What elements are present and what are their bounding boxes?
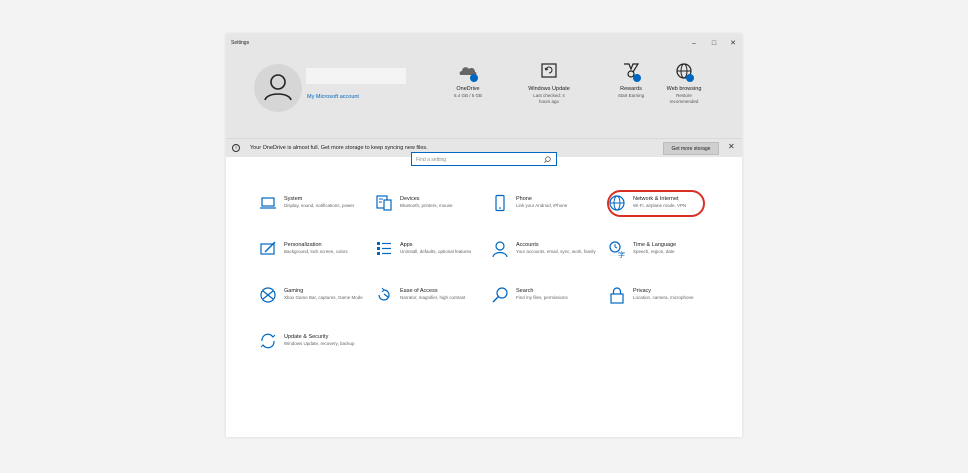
svg-text:字: 字 bbox=[618, 250, 625, 258]
category-desc: Windows Update, recovery, backup bbox=[284, 341, 355, 346]
person-icon bbox=[492, 241, 508, 258]
category-phone[interactable]: Phone Link your Android, iPhone bbox=[491, 194, 611, 230]
ease-of-access-icon bbox=[378, 287, 390, 301]
category-name: Search bbox=[516, 288, 534, 294]
maximize-button[interactable]: □ bbox=[708, 38, 720, 50]
category-desc: Xbox Game Bar, captures, Game Mode bbox=[284, 295, 363, 300]
update-sync-icon bbox=[260, 333, 276, 349]
search-input[interactable]: Find a setting bbox=[411, 152, 557, 166]
title-bar: Settings – □ ✕ bbox=[226, 34, 742, 54]
web-browsing-status-line2: recommended bbox=[669, 99, 699, 104]
category-devices[interactable]: Devices Bluetooth, printers, mouse bbox=[375, 194, 495, 230]
close-button[interactable]: ✕ bbox=[727, 38, 739, 50]
windows-update-status-line2: hours ago bbox=[538, 99, 559, 104]
category-desc: Link your Android, iPhone bbox=[516, 203, 568, 208]
magnifier-icon bbox=[544, 156, 551, 163]
windows-update-tile[interactable]: Windows Update Last checked: 4 hours ago bbox=[514, 60, 584, 105]
category-time-language[interactable]: 字 Time & Language Speech, region, date bbox=[608, 240, 728, 276]
windows-update-icon bbox=[538, 60, 560, 82]
personalization-icon bbox=[260, 241, 276, 255]
category-desc: Display, sound, notifications, power bbox=[284, 203, 355, 208]
account-header: My Microsoft account OneDrive 6.4 GB / 5… bbox=[226, 54, 742, 157]
category-name: Devices bbox=[400, 196, 420, 202]
category-apps[interactable]: Apps Uninstall, defaults, optional featu… bbox=[375, 240, 495, 276]
window-title: Settings bbox=[231, 40, 250, 46]
category-name: Ease of Access bbox=[400, 288, 438, 294]
category-name: Apps bbox=[400, 242, 413, 248]
category-privacy[interactable]: Privacy Location, camera, microphone bbox=[608, 286, 728, 322]
category-name: Update & Security bbox=[284, 334, 329, 340]
phone-icon bbox=[495, 194, 505, 212]
account-name-redacted bbox=[306, 68, 406, 84]
category-search[interactable]: Search Find my files, permissions bbox=[491, 286, 611, 322]
minimize-button[interactable]: – bbox=[688, 38, 700, 50]
category-desc: Location, camera, microphone bbox=[633, 295, 694, 300]
dismiss-notice-button[interactable]: ✕ bbox=[728, 142, 735, 151]
apps-list-icon bbox=[377, 242, 391, 255]
category-desc: Your accounts, email, sync, work, family bbox=[516, 249, 596, 254]
category-name: Accounts bbox=[516, 242, 539, 248]
category-desc: Narrator, magnifier, high contrast bbox=[400, 295, 466, 300]
category-name: Time & Language bbox=[633, 242, 677, 248]
category-name: Personalization bbox=[284, 242, 322, 248]
my-microsoft-account-link[interactable]: My Microsoft account bbox=[307, 94, 359, 100]
lock-icon bbox=[610, 287, 624, 304]
onedrive-icon bbox=[457, 60, 479, 82]
time-language-icon: 字 bbox=[609, 241, 625, 258]
devices-icon bbox=[376, 195, 392, 211]
settings-window: Settings – □ ✕ My Microsoft account OneD… bbox=[226, 34, 742, 437]
category-desc: Uninstall, defaults, optional features bbox=[400, 249, 472, 254]
get-more-storage-button[interactable]: Get more storage bbox=[663, 142, 719, 155]
category-gaming[interactable]: Gaming Xbox Game Bar, captures, Game Mod… bbox=[259, 286, 379, 322]
search-icon bbox=[492, 287, 508, 303]
info-icon: i bbox=[232, 144, 240, 152]
rewards-icon bbox=[620, 60, 642, 82]
web-browsing-label: Web browsing bbox=[666, 86, 702, 92]
category-ease-of-access[interactable]: Ease of Access Narrator, magnifier, high… bbox=[375, 286, 495, 322]
category-personalization[interactable]: Personalization Background, lock screen,… bbox=[259, 240, 379, 276]
search-placeholder: Find a setting bbox=[416, 156, 447, 163]
category-name: Gaming bbox=[284, 288, 304, 294]
network-highlight-annotation bbox=[607, 190, 705, 217]
notice-message: Your OneDrive is almost full. Get more s… bbox=[250, 145, 428, 151]
category-desc: Background, lock screen, colors bbox=[284, 249, 348, 254]
category-accounts[interactable]: Accounts Your accounts, email, sync, wor… bbox=[491, 240, 611, 276]
category-name: Privacy bbox=[633, 288, 652, 294]
category-desc: Speech, region, date bbox=[633, 249, 675, 254]
onedrive-label: OneDrive bbox=[456, 86, 480, 92]
category-system[interactable]: System Display, sound, notifications, po… bbox=[259, 194, 379, 230]
category-desc: Find my files, permissions bbox=[516, 295, 568, 300]
onedrive-tile[interactable]: OneDrive 6.4 GB / 5 GB bbox=[433, 60, 503, 99]
category-name: System bbox=[284, 196, 303, 202]
category-name: Phone bbox=[516, 196, 532, 202]
avatar[interactable] bbox=[254, 64, 302, 112]
category-desc: Bluetooth, printers, mouse bbox=[400, 203, 453, 208]
web-browsing-icon bbox=[673, 60, 695, 82]
laptop-icon bbox=[260, 197, 276, 209]
user-avatar-icon bbox=[264, 74, 292, 101]
web-browsing-tile[interactable]: Web browsing Restore recommended bbox=[649, 60, 719, 105]
onedrive-usage: 6.4 GB / 5 GB bbox=[453, 93, 482, 98]
xbox-icon bbox=[260, 287, 276, 303]
category-update-security[interactable]: Update & Security Windows Update, recove… bbox=[259, 332, 379, 368]
windows-update-label: Windows Update bbox=[528, 86, 570, 92]
